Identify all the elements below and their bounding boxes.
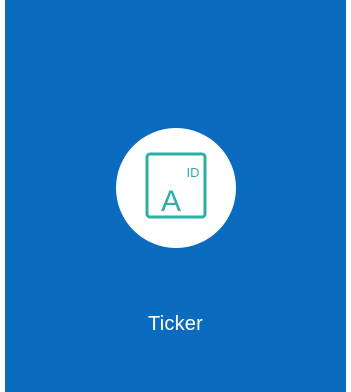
- icon-main-glyph: A: [161, 185, 181, 218]
- ticker-id-icon: A ID: [145, 152, 207, 219]
- tile-label: Ticker: [148, 313, 203, 335]
- icon-superscript: ID: [187, 165, 200, 180]
- ticker-icon-circle: A ID: [116, 128, 236, 248]
- ticker-tile[interactable]: A ID Ticker: [5, 0, 346, 392]
